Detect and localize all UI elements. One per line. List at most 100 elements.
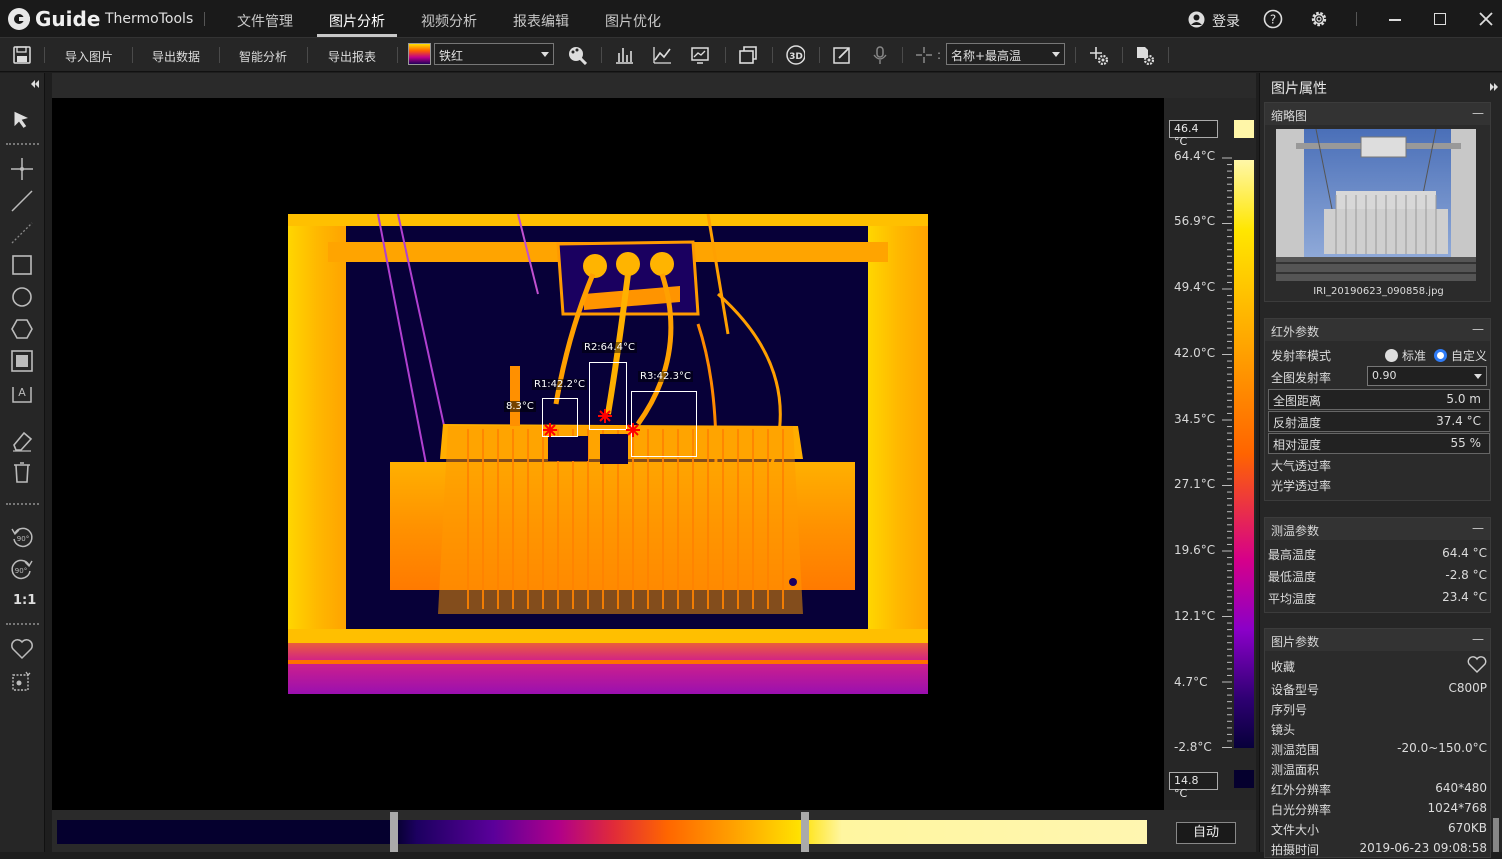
palette-swatch[interactable] — [408, 43, 431, 65]
min-temp-value: -2.8 °C — [1445, 568, 1487, 582]
microphone-icon[interactable] — [870, 45, 890, 65]
tab-image-analysis[interactable]: 图片分析 — [329, 11, 385, 31]
crosshair-icon[interactable] — [914, 45, 934, 65]
rectangle-tool-icon[interactable] — [10, 253, 34, 277]
collapse-group-button[interactable]: — — [1472, 322, 1484, 336]
thumbnail-group: 缩略图 — IRI_20190623_090858.jpg — [1264, 102, 1491, 302]
level-high-handle[interactable] — [801, 812, 809, 852]
tab-report-edit[interactable]: 报表编辑 — [513, 11, 569, 31]
lens-label: 镜头 — [1271, 723, 1296, 737]
humidity-field[interactable]: 相对湿度 55 % — [1268, 433, 1490, 454]
device-model-value: C800P — [1448, 681, 1487, 695]
collapse-group-button[interactable]: — — [1472, 521, 1484, 535]
polygon-tool-icon[interactable] — [10, 317, 34, 341]
thermal-image-drawing — [288, 214, 928, 694]
export-data-button[interactable]: 导出数据 — [152, 48, 200, 65]
label-mode-select[interactable]: 名称+最高温 — [946, 43, 1065, 65]
collapse-group-button[interactable]: — — [1472, 106, 1484, 120]
line-chart-icon[interactable] — [652, 45, 672, 65]
global-distance-field[interactable]: 全图距离 5.0 m — [1268, 389, 1490, 410]
file-size-value: 670KB — [1447, 821, 1487, 835]
tool-separator — [6, 143, 39, 145]
add-measure-settings-icon[interactable] — [1088, 45, 1108, 65]
tool-separator — [6, 503, 39, 505]
scale-min-input[interactable]: 14.8 °C — [1169, 772, 1218, 800]
tab-video-analysis[interactable]: 视频分析 — [421, 11, 477, 31]
maximize-button[interactable] — [1430, 9, 1450, 29]
reflected-temp-value[interactable]: 37.4 °C — [1436, 414, 1481, 428]
delete-icon[interactable] — [10, 461, 34, 485]
global-distance-value[interactable]: 5.0 m — [1446, 392, 1481, 406]
scale-tick-label: 19.6°C — [1174, 543, 1216, 557]
login-link[interactable]: 登录 — [1212, 11, 1240, 31]
humidity-value[interactable]: 55 % — [1451, 436, 1482, 450]
panel-scrollbar[interactable] — [1493, 818, 1499, 852]
toolbar: 导入图片 导出数据 智能分析 导出报表 铁红 3D : 名称+最高温 — [0, 38, 1502, 72]
eraser-icon[interactable] — [10, 429, 34, 453]
export-report-button[interactable]: 导出报表 — [328, 48, 376, 65]
collapse-group-button[interactable]: — — [1472, 632, 1484, 646]
optical-transmission-label: 光学透过率 — [1271, 479, 1332, 493]
active-tab-indicator — [317, 34, 397, 37]
global-emissivity-select[interactable]: 0.90 — [1367, 366, 1487, 386]
window-copy-icon[interactable] — [738, 45, 758, 65]
tab-image-optimize[interactable]: 图片优化 — [605, 11, 661, 31]
radio-standard-label[interactable]: 标准 — [1402, 349, 1426, 363]
circle-tool-icon[interactable] — [10, 285, 34, 309]
radio-standard[interactable] — [1384, 349, 1398, 362]
actual-size-button[interactable]: 1:1 — [13, 593, 36, 608]
scale-max-input[interactable]: 46.4 °C — [1169, 120, 1218, 148]
radio-custom-label[interactable]: 自定义 — [1451, 349, 1487, 363]
line-tool-icon[interactable] — [10, 189, 34, 213]
import-image-button[interactable]: 导入图片 — [65, 48, 113, 65]
file-settings-icon[interactable] — [1134, 45, 1154, 65]
palette-select[interactable]: 铁红 — [434, 43, 554, 65]
above-range-color[interactable] — [1234, 120, 1254, 138]
3d-view-icon[interactable]: 3D — [785, 45, 805, 65]
histogram-icon[interactable] — [614, 45, 634, 65]
favorite-heart-icon[interactable] — [1467, 656, 1487, 674]
heart-icon[interactable] — [10, 637, 34, 661]
pointer-icon[interactable] — [10, 109, 34, 133]
full-frame-tool-icon[interactable] — [10, 349, 34, 373]
help-icon[interactable]: ? — [1263, 9, 1283, 29]
measurement-params-group: 测温参数 — 最高温度 64.4 °C 最低温度 -2.8 °C 平均温度 23.4 °… — [1264, 517, 1491, 613]
trend-monitor-icon[interactable] — [690, 45, 710, 65]
collapse-left-icon[interactable] — [30, 79, 40, 89]
minimize-button[interactable] — [1385, 9, 1405, 29]
save-icon[interactable] — [12, 45, 32, 65]
spot-tool-icon[interactable] — [10, 157, 34, 181]
text-label-tool-icon[interactable]: A — [10, 381, 34, 405]
rotate-left-icon[interactable]: 90° — [10, 525, 34, 549]
smart-analysis-button[interactable]: 智能分析 — [239, 48, 287, 65]
edit-note-icon[interactable] — [832, 45, 852, 65]
level-span-bar: 自动 — [52, 810, 1256, 852]
guide-logo-icon — [8, 8, 30, 30]
file-size-label: 文件大小 — [1271, 823, 1320, 837]
tab-file-management[interactable]: 文件管理 — [237, 11, 293, 31]
thermal-image[interactable]: R1:42.2°C R2:64.4°C R3:42.3°C 8.3°C — [288, 214, 928, 694]
min-temp-row: 最低温度 -2.8 °C — [1268, 568, 1487, 586]
polyline-tool-icon[interactable] — [10, 221, 34, 245]
below-range-color[interactable] — [1234, 770, 1254, 788]
level-low-handle[interactable] — [390, 812, 398, 852]
gear-icon[interactable] — [1309, 9, 1329, 29]
collapse-right-icon[interactable] — [1489, 82, 1499, 92]
range-row: 测温范围 -20.0~150.0°C — [1271, 741, 1487, 759]
ir-params-group: 红外参数 — 发射率模式 标准 自定义 全图发射率 0.90 全图距离 5.0 m 反… — [1264, 318, 1491, 501]
ir-resolution-value: 640*480 — [1435, 781, 1487, 795]
divider — [219, 47, 220, 63]
level-span-gradient[interactable] — [57, 820, 1147, 844]
image-fusion-icon[interactable] — [10, 669, 34, 693]
reflected-temp-field[interactable]: 反射温度 37.4 °C — [1268, 411, 1490, 432]
close-icon[interactable] — [1476, 9, 1496, 29]
palette-adjust-icon[interactable] — [567, 45, 587, 65]
avg-temp-label: 平均温度 — [1268, 592, 1317, 606]
auto-level-button[interactable]: 自动 — [1176, 822, 1236, 844]
user-icon[interactable] — [1188, 11, 1205, 28]
visible-thumbnail[interactable] — [1276, 129, 1476, 281]
radio-custom[interactable] — [1433, 349, 1447, 362]
rotate-right-icon[interactable]: 90° — [10, 557, 34, 581]
scale-tick-label: 64.4°C — [1174, 149, 1216, 163]
capture-time-row: 拍摄时间 2019-06-23 09:08:58 — [1271, 841, 1487, 859]
